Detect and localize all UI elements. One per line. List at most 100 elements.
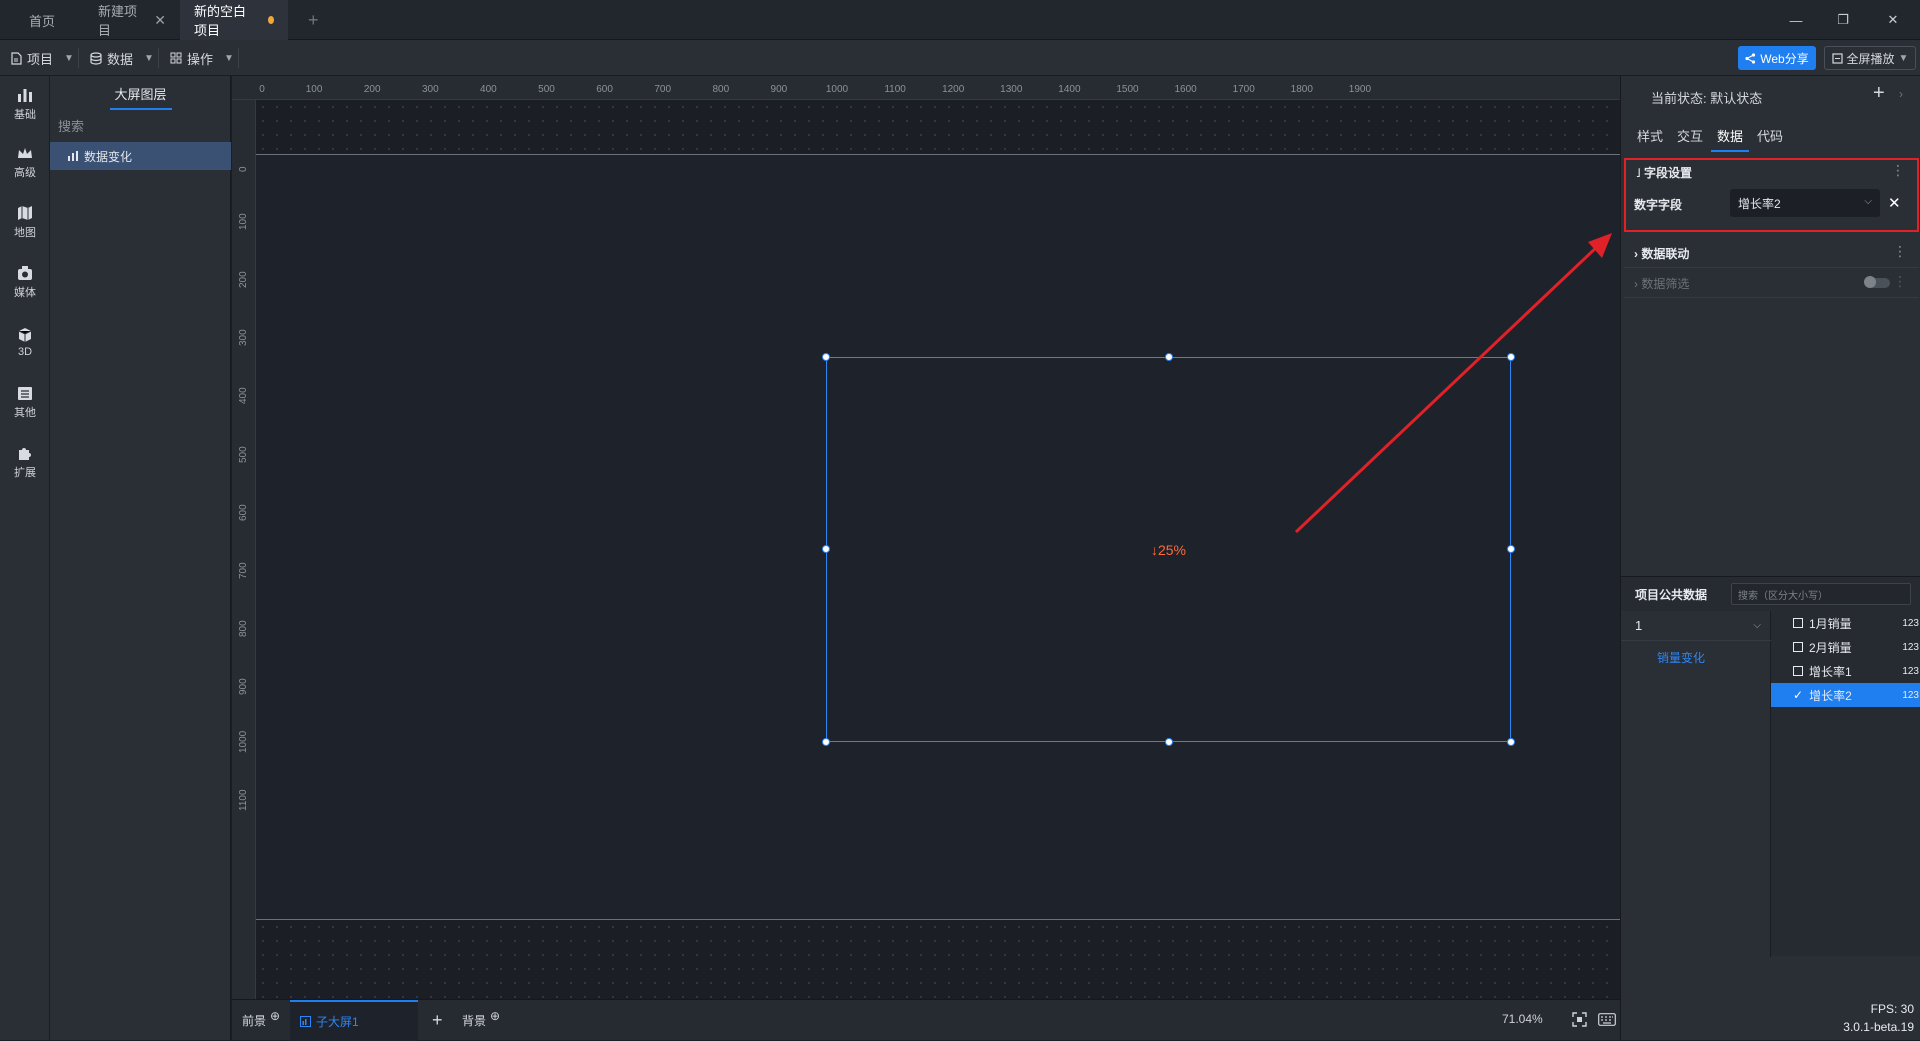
tab-home[interactable]: 首页 (0, 0, 84, 40)
close-tab-icon[interactable]: ✕ (154, 12, 166, 29)
field-row-growth-1[interactable]: 增长率1 123 (1771, 659, 1920, 683)
bar-chart-icon (16, 86, 34, 104)
horizontal-ruler: 0 100 200 300 400 500 600 700 800 900 1000 1100 1200… (232, 76, 1620, 100)
resize-handle-w[interactable] (822, 545, 830, 553)
menu-project[interactable]: 项目 ▼ (10, 40, 74, 76)
resize-handle-se[interactable] (1507, 738, 1515, 746)
chevron-right-icon[interactable]: › (1899, 87, 1903, 101)
current-state[interactable]: 当前状态: 默认状态 (1651, 88, 1762, 107)
sidebar-item-label: 其他 (14, 407, 36, 419)
version-label: 3.0.1-beta.19 (1843, 1020, 1914, 1034)
add-state-icon[interactable]: + (1873, 82, 1885, 105)
public-data-search-input[interactable]: 搜索（区分大小写） (1731, 583, 1911, 605)
ruler-tick-label: 1000 (825, 84, 849, 95)
data-source-item[interactable]: 销量变化 (1657, 649, 1705, 666)
share-icon (1745, 52, 1756, 64)
close-window-icon[interactable]: ✕ (1870, 0, 1916, 40)
sidebar-item-other[interactable]: 其他 (0, 376, 50, 428)
add-tab-button[interactable]: + (294, 0, 324, 40)
fit-screen-icon[interactable] (1572, 1012, 1587, 1027)
fullscreen-play-button[interactable]: 全屏播放 ▼ (1824, 46, 1916, 70)
map-icon (16, 204, 34, 222)
ruler-tick-label: 1200 (942, 84, 965, 95)
file-icon (10, 51, 22, 65)
resize-handle-sw[interactable] (822, 738, 830, 746)
public-data-panel: 项目公共数据 搜索（区分大小写） 1 ⌵ 销量变化 1月销量 123 2月销量 … (1621, 576, 1920, 957)
web-share-button[interactable]: Web分享 (1738, 46, 1816, 70)
data-linkage-section[interactable]: › 数据联动 ⋮ (1624, 238, 1919, 268)
tab-code[interactable]: 代码 (1757, 126, 1783, 145)
add-circle-icon[interactable]: ⊕ (270, 1009, 280, 1023)
current-state-label: 当前状态: (1651, 91, 1707, 106)
zoom-level[interactable]: 71.04% (1502, 1012, 1543, 1026)
data-filter-section[interactable]: › 数据筛选 ⋮ (1624, 268, 1919, 298)
layer-panel-title[interactable]: 大屏图层 (50, 76, 231, 110)
field-row-feb-sales[interactable]: 2月销量 123 (1771, 635, 1920, 659)
add-screen-button[interactable]: + (432, 1000, 443, 1041)
sidebar-item-advanced[interactable]: 高级 (0, 136, 50, 188)
field-settings-section: ˩ 字段设置 ⋮ 数字字段 增长率2 ⌵ ✕ (1624, 158, 1919, 232)
tab-style[interactable]: 样式 (1637, 126, 1663, 145)
sub-screen-label: 子大屏1 (316, 1015, 359, 1029)
layer-search-input[interactable]: 搜索 (58, 116, 84, 135)
more-vert-icon[interactable]: ⋮ (1893, 243, 1907, 260)
grid-icon (170, 52, 182, 64)
clear-field-icon[interactable]: ✕ (1888, 194, 1901, 212)
chevron-down-icon: ⌵ (1753, 620, 1761, 631)
tab-interaction[interactable]: 交互 (1677, 126, 1703, 145)
field-row-growth-2[interactable]: ✓ 增长率2 123 (1771, 683, 1920, 707)
tab-blank-project[interactable]: 新的空白项目 (180, 0, 288, 40)
chevron-down-icon: ▼ (144, 52, 154, 64)
public-data-title: 项目公共数据 (1635, 588, 1708, 602)
keyboard-icon[interactable] (1598, 1013, 1616, 1026)
ruler-tick-label: 900 (770, 84, 788, 95)
menu-data-label: 数据 (107, 51, 134, 67)
more-vert-icon[interactable]: ⋮ (1891, 162, 1905, 179)
number-field-value: 增长率2 (1738, 196, 1781, 211)
tab-new-project[interactable]: 新建项目 ✕ (84, 0, 180, 40)
minimize-icon[interactable]: — (1773, 0, 1819, 40)
menu-operate[interactable]: 操作 ▼ (170, 40, 234, 76)
sub-screen-tab[interactable]: 子大屏1 (290, 1000, 418, 1041)
sidebar-item-3d[interactable]: 3D (0, 316, 50, 368)
vertical-ruler: 0 100 200 300 400 500 600 700 800 900 1000 1100 (232, 100, 256, 999)
field-row-jan-sales[interactable]: 1月销量 123 (1771, 611, 1920, 635)
list-icon (16, 384, 34, 402)
more-vert-icon[interactable]: ⋮ (1893, 273, 1907, 290)
component-sidebar: 基础 高级 地图 媒体 3D 其他 扩展 (0, 76, 50, 1040)
menu-data[interactable]: 数据 ▼ (90, 40, 154, 76)
public-data-groups: 1 ⌵ 销量变化 (1621, 611, 1771, 957)
ruler-tick-label: 1100 (238, 789, 249, 812)
add-circle-icon[interactable]: ⊕ (490, 1009, 500, 1023)
resize-handle-s[interactable] (1165, 738, 1173, 746)
checkmark-icon: ✓ (1793, 688, 1804, 702)
data-filter-header: › 数据筛选 (1634, 275, 1689, 292)
sidebar-item-basic[interactable]: 基础 (0, 78, 50, 130)
resize-handle-nw[interactable] (822, 353, 830, 361)
restore-icon[interactable]: ❐ (1820, 0, 1866, 40)
sidebar-item-label: 3D (17, 346, 33, 358)
sidebar-item-extend[interactable]: 扩展 (0, 436, 50, 488)
current-state-value: 默认状态 (1710, 91, 1763, 106)
canvas-margin-bottom (256, 920, 1620, 999)
field-settings-header[interactable]: ˩ 字段设置 (1636, 164, 1692, 181)
data-group-select[interactable]: 1 ⌵ (1621, 611, 1771, 641)
sidebar-item-media[interactable]: 媒体 (0, 256, 50, 308)
number-field-label: 数字字段 (1634, 198, 1683, 212)
ruler-tick-label: 1100 (884, 84, 906, 95)
chevron-down-icon: ▼ (1898, 52, 1909, 64)
ruler-tick-label: 0 (238, 166, 249, 172)
foreground-tab[interactable]: 前景 ⊕ (242, 1000, 280, 1041)
resize-handle-e[interactable] (1507, 545, 1515, 553)
screen-layer-bar: 前景 ⊕ 子大屏1 + 背景 ⊕ 71.04% (232, 999, 1620, 1041)
foreground-label: 前景 (242, 1014, 267, 1028)
screen-icon (300, 1016, 311, 1027)
number-field-select[interactable]: 增长率2 ⌵ (1730, 189, 1880, 217)
tab-home-label: 首页 (28, 13, 55, 29)
tab-data[interactable]: 数据 (1717, 126, 1743, 145)
resize-handle-n[interactable] (1165, 353, 1173, 361)
sidebar-item-map[interactable]: 地图 (0, 196, 50, 248)
layer-item[interactable]: 数据变化 (50, 142, 231, 170)
background-tab[interactable]: 背景 ⊕ (462, 1000, 500, 1041)
data-filter-title: 数据筛选 (1641, 277, 1690, 291)
